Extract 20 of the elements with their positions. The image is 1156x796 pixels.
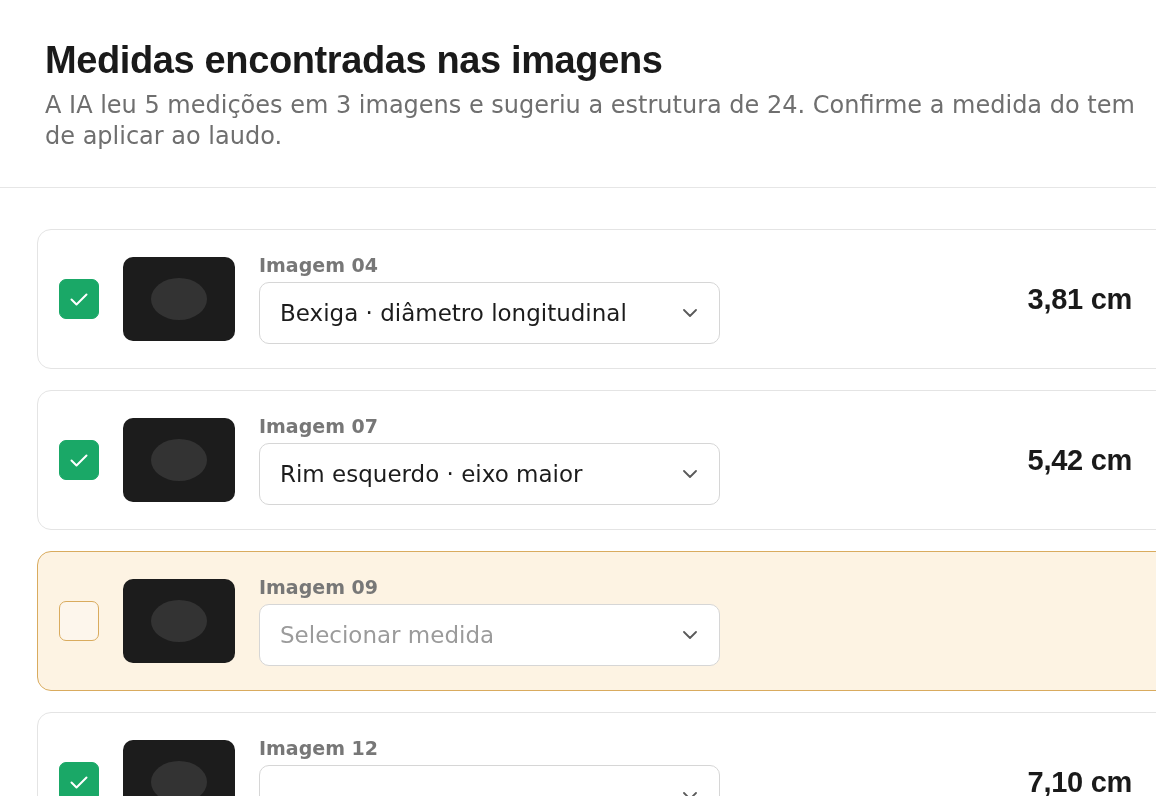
measure-select[interactable]: Rim esquerdo · eixo maior [259, 443, 720, 505]
check-icon [70, 292, 88, 306]
chevron-down-icon [683, 631, 697, 639]
image-label: Imagem 09 [259, 576, 379, 598]
dialog-description: A IA leu 5 medições em 3 imagens e sugeriu a estrutura de 24. Confirme a medida do tem [45, 90, 1135, 121]
image-label: Imagem 12 [259, 737, 379, 759]
measurement-checkbox[interactable] [59, 762, 99, 796]
chevron-down-icon [683, 470, 697, 478]
dialog-description: de aplicar ao laudo. [45, 121, 283, 152]
check-icon [70, 453, 88, 467]
dialog-title: Medidas encontradas nas imagens [45, 38, 663, 82]
check-icon [70, 775, 88, 789]
chevron-down-icon [683, 309, 697, 317]
measurement-checkbox[interactable] [59, 279, 99, 319]
image-label: Imagem 07 [259, 415, 379, 437]
measurement-checkbox[interactable] [59, 601, 99, 641]
measurement-checkbox[interactable] [59, 440, 99, 480]
measure-select[interactable]: Bexiga · diâmetro longitudinal [259, 282, 720, 344]
measurement-value: 7,10 cm [1027, 770, 1132, 794]
image-label: Imagem 04 [259, 254, 379, 276]
